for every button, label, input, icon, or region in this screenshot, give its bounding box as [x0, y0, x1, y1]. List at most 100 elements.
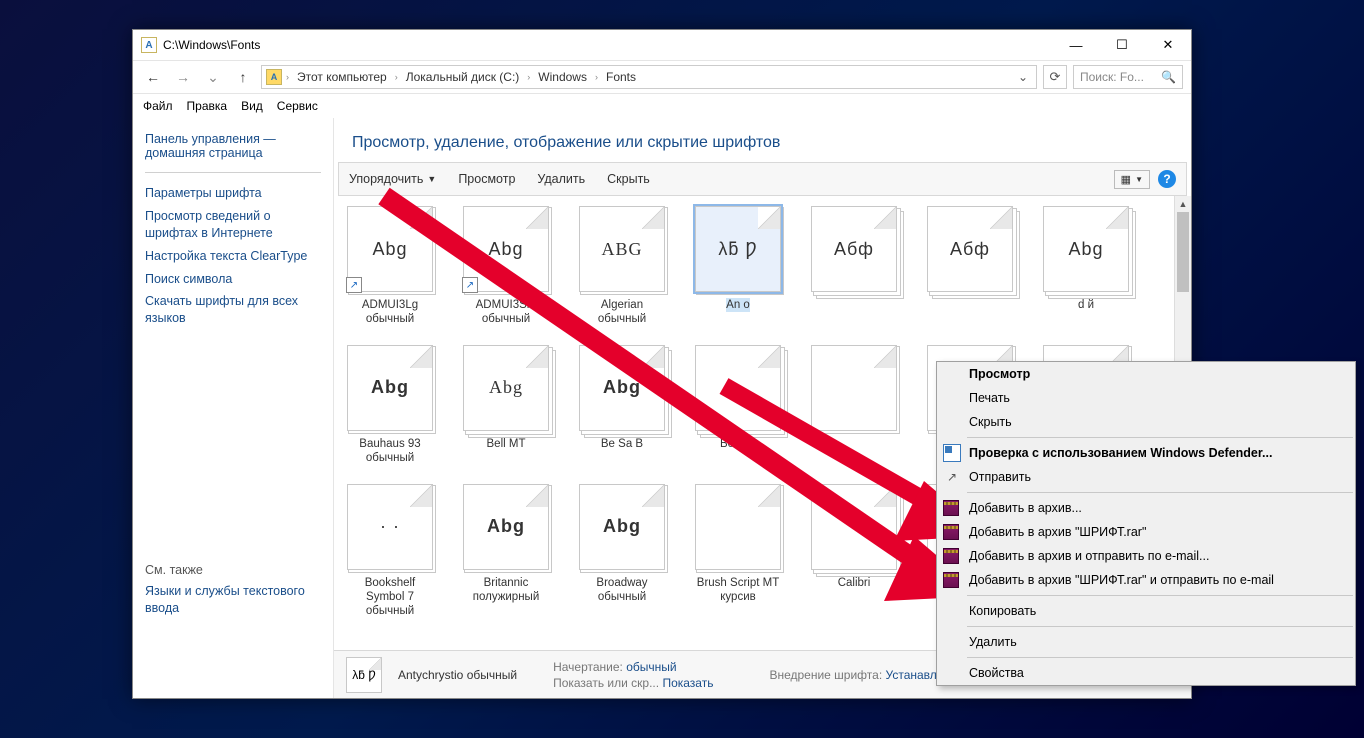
font-label: Bell MT — [487, 437, 526, 451]
font-item[interactable]: Абф — [808, 206, 900, 327]
font-thumb: Abg — [579, 345, 665, 431]
font-item[interactable]: AbgBauhaus 93 обычный — [344, 345, 436, 466]
font-item[interactable]: Abgd й — [1040, 206, 1132, 327]
sidebar-link[interactable]: Языки и службы текстового ввода — [145, 583, 321, 617]
font-thumb: Abg — [579, 484, 665, 570]
font-item[interactable]: Abg Be Sa B — [576, 345, 668, 466]
minimize-button[interactable]: — — [1053, 30, 1099, 60]
context-menu-item[interactable]: Отправить — [937, 465, 1355, 489]
font-thumb: Абф — [811, 206, 897, 292]
chevron-down-icon: ▼ — [427, 174, 436, 184]
nav-back-button[interactable]: ← — [141, 65, 165, 89]
preview-button[interactable]: Просмотр — [458, 172, 515, 186]
font-item[interactable]: AbgBritannic полужирный — [460, 484, 552, 619]
search-icon: 🔍 — [1161, 70, 1176, 84]
rar-icon — [943, 548, 959, 564]
context-menu-item[interactable]: Удалить — [937, 630, 1355, 654]
sidebar-link[interactable]: Параметры шрифта — [145, 185, 321, 202]
context-menu-item[interactable]: Добавить в архив и отправить по e-mail..… — [937, 544, 1355, 568]
breadcrumb[interactable]: Fonts — [602, 68, 640, 86]
font-label: Be Sa B — [601, 437, 643, 451]
font-label: Broadway обычный — [576, 576, 668, 605]
sidebar-link[interactable]: Скачать шрифты для всех языков — [145, 293, 321, 327]
close-button[interactable]: ✕ — [1145, 30, 1191, 60]
menu-file[interactable]: Файл — [143, 99, 173, 113]
font-item[interactable]: Abg Broadway обычный — [576, 484, 668, 619]
page-title: Просмотр, удаление, отображение или скры… — [334, 118, 1191, 162]
context-menu-item[interactable]: Просмотр — [937, 362, 1355, 386]
menu-tools[interactable]: Сервис — [277, 99, 318, 113]
menu-separator — [967, 492, 1353, 493]
address-bar[interactable]: A › Этот компьютер › Локальный диск (C:)… — [261, 65, 1037, 89]
font-item[interactable]: · ·Bookshelf Symbol 7 обычный — [344, 484, 436, 619]
menu-view[interactable]: Вид — [241, 99, 263, 113]
nav-up-button[interactable]: ↑ — [231, 65, 255, 89]
context-menu-item[interactable]: Добавить в архив... — [937, 496, 1355, 520]
scroll-up-icon[interactable]: ▲ — [1175, 196, 1191, 212]
font-thumb: Abg — [463, 484, 549, 570]
breadcrumb[interactable]: Локальный диск (C:) — [402, 68, 524, 86]
font-thumb: Abg — [463, 345, 549, 431]
font-item[interactable]: λƃ ǷAn о — [692, 206, 784, 327]
hide-button[interactable]: Скрыть — [607, 172, 650, 186]
font-item[interactable]: Brush Script MT курсив — [692, 484, 784, 619]
font-label: ADMUI3Sm обычный — [460, 298, 552, 327]
search-placeholder: Поиск: Fo... — [1080, 70, 1144, 84]
font-label: d й — [1078, 298, 1094, 312]
font-thumb — [811, 345, 897, 431]
menu-separator — [967, 626, 1353, 627]
rar-icon — [943, 500, 959, 516]
view-options-button[interactable]: ▦ ▼ — [1114, 170, 1150, 189]
context-menu-item[interactable]: Копировать — [937, 599, 1355, 623]
sidebar: Панель управления — домашняя страница Па… — [133, 118, 333, 698]
breadcrumb[interactable]: Этот компьютер — [293, 68, 391, 86]
font-thumb — [695, 484, 781, 570]
delete-button[interactable]: Удалить — [537, 172, 585, 186]
sidebar-link[interactable]: Просмотр сведений о шрифтах в Интернете — [145, 208, 321, 242]
context-menu-item[interactable]: Добавить в архив "ШРИФТ.rar" — [937, 520, 1355, 544]
window-title: C:\Windows\Fonts — [163, 38, 260, 52]
search-input[interactable]: Поиск: Fo... 🔍 — [1073, 65, 1183, 89]
font-item[interactable]: Abg Bell MT — [460, 345, 552, 466]
nav-recent-dropdown[interactable]: ⌄ — [201, 65, 225, 89]
breadcrumb[interactable]: Windows — [534, 68, 591, 86]
nav-forward-button[interactable]: → — [171, 65, 195, 89]
context-menu-item[interactable]: Свойства — [937, 661, 1355, 685]
context-menu-item[interactable]: Добавить в архив "ШРИФТ.rar" и отправить… — [937, 568, 1355, 592]
sidebar-header[interactable]: Панель управления — домашняя страница — [145, 132, 321, 160]
context-menu: ПросмотрПечатьСкрыть Проверка с использов… — [936, 361, 1356, 686]
font-label: Brush Script MT курсив — [692, 576, 784, 605]
main-panel: Просмотр, удаление, отображение или скры… — [333, 118, 1191, 698]
window-icon: A — [141, 37, 157, 53]
organize-button[interactable]: Упорядочить ▼ — [349, 172, 436, 186]
context-menu-item[interactable]: Печать — [937, 386, 1355, 410]
font-item[interactable]: Abg↗ADMUI3Lg обычный — [344, 206, 436, 327]
defender-icon — [943, 444, 961, 462]
font-thumb: · · — [347, 484, 433, 570]
font-item[interactable]: Абф — [924, 206, 1016, 327]
font-label: Algerian обычный — [576, 298, 668, 327]
context-menu-item[interactable]: Проверка с использованием Windows Defend… — [937, 441, 1355, 465]
shortcut-icon: ↗ — [346, 277, 362, 293]
shortcut-icon: ↗ — [462, 277, 478, 293]
font-thumb — [695, 345, 781, 431]
font-item[interactable] — [808, 345, 900, 466]
folder-icon: A — [266, 69, 282, 85]
menu-edit[interactable]: Правка — [187, 99, 228, 113]
sidebar-link[interactable]: Поиск символа — [145, 271, 321, 288]
font-item[interactable]: ABGAlgerian обычный — [576, 206, 668, 327]
font-label: ADMUI3Lg обычный — [344, 298, 436, 327]
refresh-button[interactable]: ⟳ — [1043, 65, 1067, 89]
titlebar: A C:\Windows\Fonts — ☐ ✕ — [133, 30, 1191, 60]
font-item[interactable]: Calibri — [808, 484, 900, 619]
sidebar-link[interactable]: Настройка текста ClearType — [145, 248, 321, 265]
font-item[interactable]: Be упл — [692, 345, 784, 466]
scroll-thumb[interactable] — [1177, 212, 1189, 292]
font-item[interactable]: Abg↗ADMUI3Sm обычный — [460, 206, 552, 327]
context-menu-item[interactable]: Скрыть — [937, 410, 1355, 434]
help-icon[interactable]: ? — [1158, 170, 1176, 188]
nav-bar: ← → ⌄ ↑ A › Этот компьютер › Локальный д… — [133, 60, 1191, 94]
address-dropdown[interactable]: ⌄ — [1014, 70, 1032, 84]
maximize-button[interactable]: ☐ — [1099, 30, 1145, 60]
details-thumb: λƃ Ƿ — [346, 657, 382, 693]
